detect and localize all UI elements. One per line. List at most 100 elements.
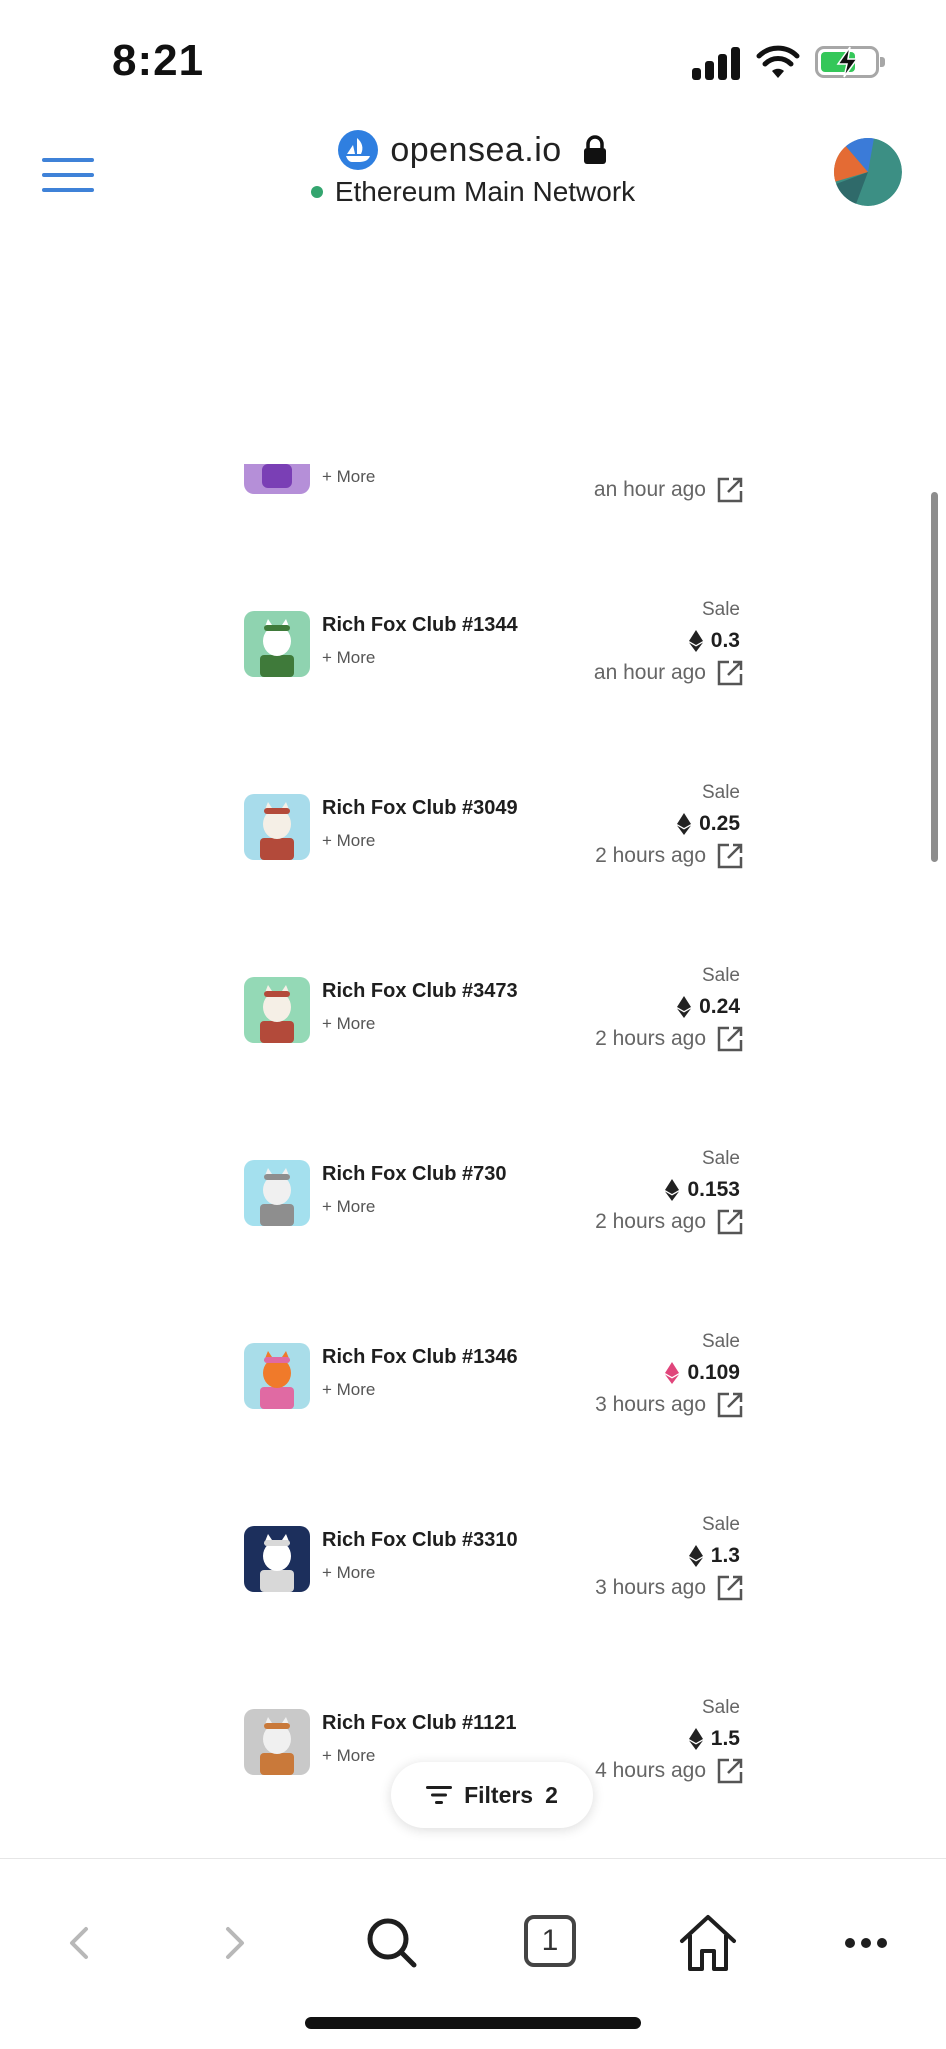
event-type: Sale [701, 965, 740, 986]
filter-icon [426, 1786, 453, 1804]
external-link-icon[interactable] [716, 1757, 744, 1785]
browser-toolbar: 1 [0, 1858, 946, 2049]
event-type: Sale [701, 1697, 740, 1718]
list-item[interactable]: Rich Fox Club #3049 + More Sale 0.25 2 hours… [244, 782, 744, 894]
filters-label: Filters [464, 1781, 534, 1808]
back-icon[interactable] [48, 1911, 112, 1975]
status-bar: 8:21 [0, 0, 946, 120]
nft-thumbnail[interactable] [244, 1709, 310, 1775]
external-link-icon[interactable] [716, 1574, 744, 1602]
event-time: 3 hours ago [595, 1393, 706, 1416]
home-icon[interactable] [676, 1911, 740, 1975]
cellular-signal-icon [692, 46, 740, 80]
more-icon[interactable] [834, 1911, 898, 1975]
nft-name[interactable]: Rich Fox Club #3473 [322, 980, 518, 1003]
nft-thumbnail[interactable] [244, 794, 310, 860]
price: 1.3 [688, 1544, 740, 1568]
nft-name[interactable]: Rich Fox Club #3049 [322, 797, 518, 820]
event-type: Sale [701, 1148, 740, 1169]
eth-icon [665, 1179, 680, 1201]
list-item[interactable]: Rich Fox Club #1346 + More Sale 0.109 3 hour… [244, 1331, 744, 1443]
nft-thumbnail[interactable] [244, 977, 310, 1043]
nft-name[interactable]: Rich Fox Club #1346 [322, 1346, 518, 1369]
more-link[interactable]: + More [322, 1746, 375, 1766]
event-type: Sale [701, 1331, 740, 1352]
nft-thumbnail[interactable] [244, 1160, 310, 1226]
list-item[interactable]: Rich Fox Club #730 + More Sale 0.153 2 hours… [244, 1148, 744, 1260]
lock-icon [583, 135, 606, 164]
nft-thumbnail[interactable] [244, 611, 310, 677]
price-value: 0.24 [699, 995, 740, 1018]
price-value: 1.3 [710, 1544, 740, 1567]
battery-charging-icon [815, 46, 885, 78]
more-link[interactable]: + More [322, 1197, 375, 1217]
nft-thumbnail [244, 464, 310, 494]
price: 1.5 [688, 1727, 740, 1751]
filters-button[interactable]: Filters 2 [391, 1762, 593, 1828]
site-address[interactable]: opensea.io [0, 130, 946, 178]
event-type: Sale [701, 1514, 740, 1535]
nft-thumbnail[interactable] [244, 1343, 310, 1409]
eth-icon [665, 1362, 680, 1384]
event-time: an hour ago [593, 661, 706, 684]
event-time: 4 hours ago [595, 1759, 706, 1782]
price: 0.25 [677, 812, 740, 836]
eth-icon [688, 1728, 703, 1750]
more-link[interactable]: + More [322, 1014, 375, 1034]
nft-name[interactable]: Rich Fox Club #1344 [322, 614, 518, 637]
tabs-button[interactable]: 1 [520, 1911, 584, 1975]
status-time: 8:21 [112, 36, 205, 85]
event-time: 2 hours ago [595, 1210, 706, 1233]
price: 0.109 [665, 1361, 740, 1385]
price: 0.24 [677, 995, 740, 1019]
more-link[interactable]: + More [322, 1380, 375, 1400]
more-link[interactable]: + More [322, 831, 375, 851]
external-link-icon[interactable] [716, 476, 744, 504]
nft-name[interactable]: Rich Fox Club #3310 [322, 1529, 518, 1552]
more-link[interactable]: + More [322, 467, 375, 487]
network-label: Ethereum Main Network [334, 176, 636, 207]
search-icon[interactable] [360, 1911, 424, 1975]
external-link-icon[interactable] [716, 1391, 744, 1419]
network-status-dot [310, 186, 323, 198]
eth-icon [688, 630, 703, 652]
network-indicator: Ethereum Main Network [0, 176, 946, 216]
list-item[interactable]: Rich Fox Club #3473 + More Sale 0.24 2 hours… [244, 965, 744, 1077]
price: 0.3 [688, 629, 740, 653]
browser-header: opensea.io Ethereum Main Network [0, 120, 946, 236]
price: 0.153 [665, 1178, 740, 1202]
event-time: an hour ago [593, 478, 706, 501]
more-link[interactable]: + More [322, 1563, 375, 1583]
opensea-logo-icon [338, 130, 379, 170]
more-link[interactable]: + More [322, 648, 375, 668]
event-type: Sale [701, 782, 740, 803]
forward-icon[interactable] [202, 1911, 266, 1975]
external-link-icon[interactable] [716, 1208, 744, 1236]
nft-thumbnail[interactable] [244, 1526, 310, 1592]
eth-icon [677, 996, 692, 1018]
external-link-icon[interactable] [716, 1025, 744, 1053]
external-link-icon[interactable] [716, 659, 744, 687]
eth-icon [688, 1545, 703, 1567]
list-item[interactable]: Rich Fox Club #3310 + More Sale 1.3 3 hours … [244, 1514, 744, 1626]
wifi-icon [756, 45, 800, 78]
price-value: 0.3 [710, 629, 740, 652]
external-link-icon[interactable] [716, 842, 744, 870]
eth-icon [677, 813, 692, 835]
price-value: 0.109 [687, 1361, 740, 1384]
list-item-partial[interactable]: + More an hour ago [244, 464, 744, 504]
price-value: 0.153 [687, 1178, 740, 1201]
tab-count: 1 [541, 1924, 559, 1957]
nft-name[interactable]: Rich Fox Club #730 [322, 1163, 507, 1186]
account-avatar[interactable] [834, 138, 902, 206]
price-value: 0.25 [699, 812, 740, 835]
event-time: 3 hours ago [595, 1576, 706, 1599]
event-time: 2 hours ago [595, 1027, 706, 1050]
list-item[interactable]: Rich Fox Club #1344 + More Sale 0.3 an hour … [244, 599, 744, 711]
site-url: opensea.io [390, 130, 562, 169]
event-time: 2 hours ago [595, 844, 706, 867]
price-value: 1.5 [710, 1727, 740, 1750]
nft-name[interactable]: Rich Fox Club #1121 [322, 1712, 517, 1735]
scrollbar[interactable] [931, 492, 938, 862]
home-indicator [305, 2017, 641, 2029]
